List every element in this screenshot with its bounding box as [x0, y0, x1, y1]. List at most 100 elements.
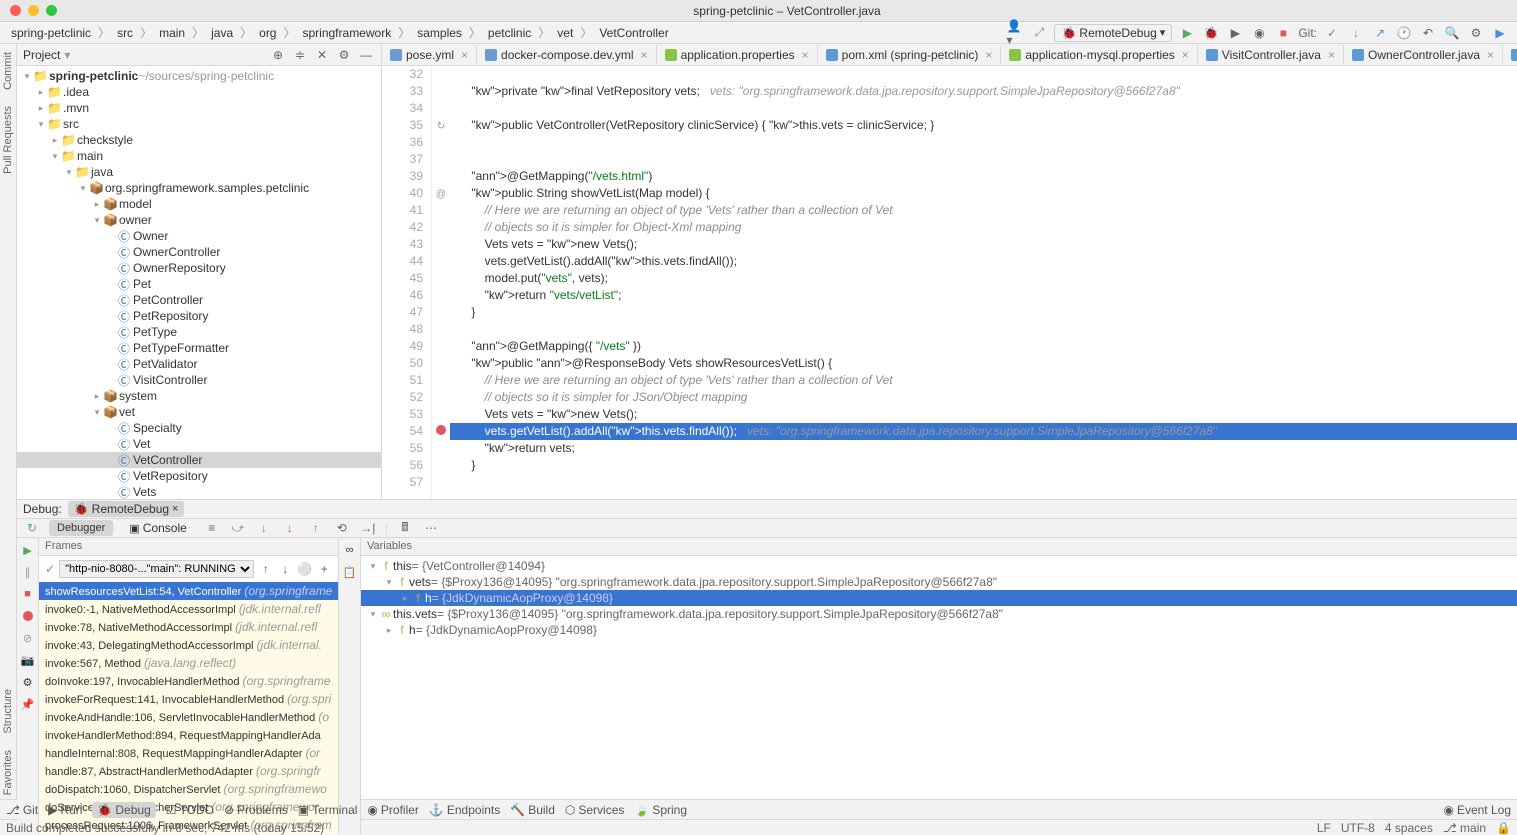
breadcrumb[interactable]: petclinic [485, 25, 534, 41]
breadcrumb[interactable]: vet [554, 25, 576, 41]
hide-icon[interactable]: — [357, 46, 375, 64]
editor-tab[interactable]: PetController.java× [1503, 46, 1517, 64]
tree-node[interactable]: ⒸOwnerController [17, 244, 381, 260]
stack-frame[interactable]: invoke:78, NativeMethodAccessorImpl (jdk… [39, 618, 338, 636]
maximize-window[interactable] [46, 5, 57, 16]
bottom-run[interactable]: ▶ Run [48, 803, 82, 817]
filter-icon[interactable]: ⚪ [297, 560, 312, 578]
stack-frame[interactable]: doInvoke:197, InvocableHandlerMethod (or… [39, 672, 338, 690]
tree-node[interactable]: ⒸPetType [17, 324, 381, 340]
close-window[interactable] [10, 5, 21, 16]
bottom-git[interactable]: ⎇ Git [6, 803, 38, 817]
stack-frame[interactable]: invokeAndHandle:106, ServletInvocableHan… [39, 708, 338, 726]
tree-node[interactable]: ▸📁.idea [17, 84, 381, 100]
thread-select[interactable]: "http-nio-8080-..."main": RUNNING [59, 560, 254, 578]
console-tab[interactable]: ▣ Console [121, 519, 194, 537]
breadcrumb[interactable]: spring-petclinic [8, 25, 94, 41]
breadcrumb[interactable]: src [114, 25, 136, 41]
project-header[interactable]: Project [23, 48, 60, 62]
debug-session-tab[interactable]: 🐞RemoteDebug × [68, 501, 185, 517]
force-step-icon[interactable]: ↓ [281, 519, 299, 537]
sidebar-structure[interactable]: Structure [0, 685, 16, 738]
search-icon[interactable]: 🔍 [1443, 24, 1461, 42]
sidebar-commit[interactable]: Commit [0, 48, 16, 94]
variable-row[interactable]: ▾f this = {VetController@14094} [361, 558, 1517, 574]
status-encoding[interactable]: UTF-8 [1341, 821, 1375, 835]
run-to-cursor-icon[interactable]: →| [359, 519, 377, 537]
collapse-icon[interactable]: ✕ [313, 46, 331, 64]
pin-icon[interactable]: 📌 [20, 696, 36, 712]
status-lf[interactable]: LF [1317, 821, 1331, 835]
stack-frame[interactable]: doDispatch:1060, DispatcherServlet (org.… [39, 780, 338, 798]
stack-frame[interactable]: showResourcesVetList:54, VetController (… [39, 582, 338, 600]
add-config-icon[interactable]: 👤▾ [1006, 24, 1024, 42]
tree-node[interactable]: ⒸOwner [17, 228, 381, 244]
stack-frame[interactable]: handleInternal:808, RequestMappingHandle… [39, 744, 338, 762]
rollback-icon[interactable]: ↶ [1419, 24, 1437, 42]
breakpoints-icon[interactable] [20, 608, 36, 624]
tree-node[interactable]: ⒸVetRepository [17, 468, 381, 484]
step-into-icon[interactable]: ↓ [255, 519, 273, 537]
sidebar-pull-requests[interactable]: Pull Requests [0, 102, 16, 178]
prev-frame-icon[interactable]: ↑ [258, 560, 273, 578]
mute-icon[interactable]: ⊘ [20, 630, 36, 646]
tree-node[interactable]: ⒸVisitController [17, 372, 381, 388]
status-branch[interactable]: ⎇ main [1443, 821, 1486, 835]
copy-icon[interactable]: 📋 [342, 564, 358, 580]
frame-list[interactable]: showResourcesVetList:54, VetController (… [39, 582, 338, 834]
settings-icon[interactable]: ⚙ [20, 674, 36, 690]
minimize-window[interactable] [28, 5, 39, 16]
bottom-terminal[interactable]: ▣ Terminal [298, 803, 358, 817]
step-out-icon[interactable]: ↑ [307, 519, 325, 537]
tree-node[interactable]: ⒸVets [17, 484, 381, 499]
history-icon[interactable]: 🕐 [1395, 24, 1413, 42]
push-icon[interactable]: ↗ [1371, 24, 1389, 42]
bottom-profiler[interactable]: ◉ Profiler [367, 803, 419, 817]
pause-icon[interactable]: ∥ [20, 564, 36, 580]
bottom-services[interactable]: ⬡ Services [565, 803, 625, 817]
code-body[interactable]: "kw">private "kw">final VetRepository ve… [450, 66, 1517, 499]
tree-node[interactable]: ▸📁checkstyle [17, 132, 381, 148]
editor-tab[interactable]: pom.xml (spring-petclinic)× [818, 46, 1002, 64]
new-watch-icon[interactable]: ∞ [342, 542, 358, 558]
editor-tab[interactable]: pose.yml× [382, 46, 477, 64]
debug-icon[interactable]: 🐞 [1202, 24, 1220, 42]
variables-tree[interactable]: ▾f this = {VetController@14094}▾f vets =… [361, 556, 1517, 834]
event-log[interactable]: ◉ Event Log [1443, 803, 1511, 817]
breadcrumb[interactable]: samples [414, 25, 465, 41]
tree-node[interactable]: ⒸPetTypeFormatter [17, 340, 381, 356]
tree-node[interactable]: ▾📁java [17, 164, 381, 180]
next-frame-icon[interactable]: ↓ [278, 560, 293, 578]
settings-icon[interactable]: ⚙ [1467, 24, 1485, 42]
sidebar-favorites[interactable]: Favorites [0, 746, 16, 799]
tree-node[interactable]: ▾📦org.springframework.samples.petclinic [17, 180, 381, 196]
variable-row[interactable]: ▾f vets = {$Proxy136@14095} "org.springf… [361, 574, 1517, 590]
stack-frame[interactable]: invoke:43, DelegatingMethodAccessorImpl … [39, 636, 338, 654]
resume-icon[interactable]: ▶ [20, 542, 36, 558]
more-icon[interactable]: ▶ [1491, 24, 1509, 42]
run-config-select[interactable]: 🐞RemoteDebug ▾ [1054, 24, 1172, 42]
tree-node[interactable]: ⒸOwnerRepository [17, 260, 381, 276]
editor-tab[interactable]: docker-compose.dev.yml× [477, 46, 657, 64]
update-icon[interactable]: ↓ [1347, 24, 1365, 42]
stack-frame[interactable]: handle:87, AbstractHandlerMethodAdapter … [39, 762, 338, 780]
stack-frame[interactable]: invoke:567, Method (java.lang.reflect) [39, 654, 338, 672]
trace-icon[interactable]: ⋯ [422, 519, 440, 537]
tree-node[interactable]: ▾📁src [17, 116, 381, 132]
tree-node[interactable]: ▸📦system [17, 388, 381, 404]
tree-node[interactable]: ▸📁.mvn [17, 100, 381, 116]
bottom-todo[interactable]: ☑ TODO [166, 803, 214, 817]
bottom-spring[interactable]: 🍃 Spring [634, 803, 687, 817]
build-icon[interactable]: ⤢ [1030, 24, 1048, 42]
stop-icon[interactable]: ■ [1274, 24, 1292, 42]
status-lock-icon[interactable]: 🔒 [1496, 821, 1511, 835]
tree-node[interactable]: ▸📦model [17, 196, 381, 212]
bottom-problems[interactable]: ⊘ Problems [224, 803, 288, 817]
commit-icon[interactable]: ✓ [1323, 24, 1341, 42]
tree-node[interactable]: ⒸPetController [17, 292, 381, 308]
add-icon[interactable]: + [317, 560, 332, 578]
tree-node[interactable]: ⒸSpecialty [17, 420, 381, 436]
breadcrumb[interactable]: org [256, 25, 279, 41]
step-over-icon[interactable]: ⤻ [229, 519, 247, 537]
bottom-endpoints[interactable]: ⚓ Endpoints [429, 803, 500, 817]
